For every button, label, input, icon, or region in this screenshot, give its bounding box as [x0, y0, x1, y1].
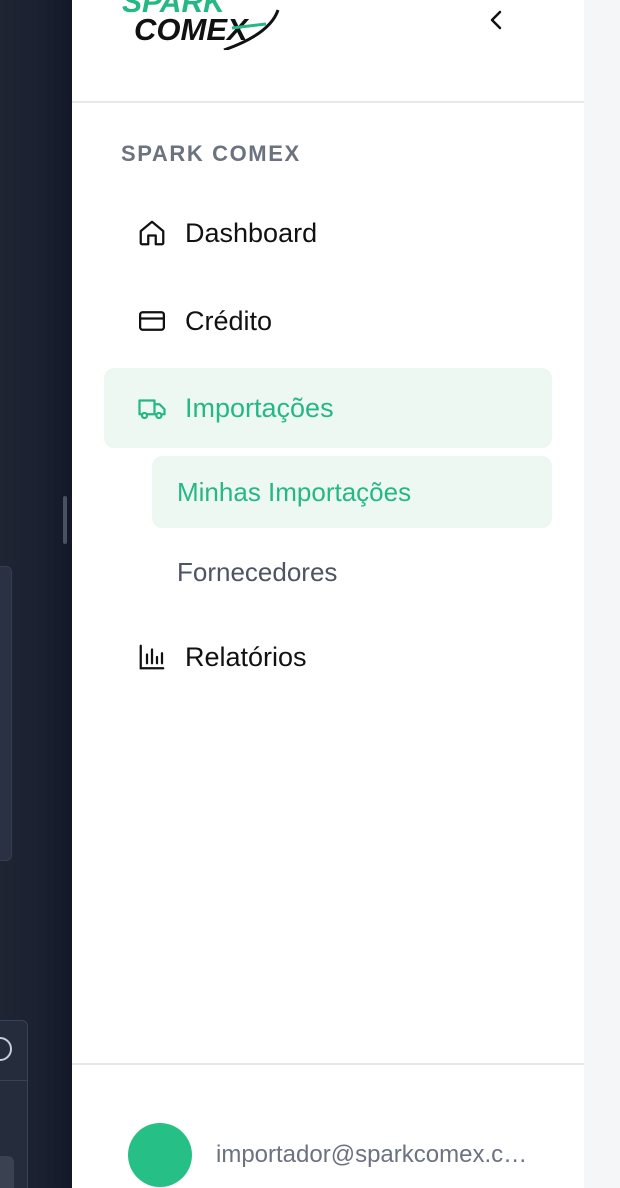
spark-comex-logo[interactable]: SPARK COMEX — [120, 0, 300, 50]
sidebar-subitem-label: Fornecedores — [177, 556, 338, 587]
truck-icon — [136, 392, 168, 424]
credit-card-icon — [136, 305, 168, 337]
logo-bottom-text: COMEX — [134, 12, 250, 47]
sidebar-item-label: Dashboard — [185, 217, 318, 248]
sidebar: SPARK COMEX SPARK COMEX Dashboard Crédit… — [72, 0, 584, 1188]
user-email[interactable]: importador@sparkcomex.com.br — [216, 1141, 536, 1169]
background-app — [0, 0, 72, 1188]
background-divider — [0, 1080, 28, 1081]
chevron-left-icon — [490, 10, 502, 30]
collapse-sidebar-button[interactable] — [478, 2, 514, 38]
sidebar-subitem-minhas-importacoes[interactable]: Minhas Importações — [152, 456, 552, 528]
background-chip — [0, 1156, 14, 1188]
sidebar-item-credito[interactable]: Crédito — [104, 281, 552, 361]
sidebar-item-label: Importações — [185, 392, 334, 423]
sidebar-item-dashboard[interactable]: Dashboard — [104, 193, 552, 273]
main-content-edge — [584, 0, 620, 1188]
sidebar-item-importacoes[interactable]: Importações — [104, 368, 552, 448]
sidebar-section-label: SPARK COMEX — [121, 141, 301, 166]
background-panel — [0, 566, 12, 861]
resize-handle[interactable] — [63, 496, 67, 544]
avatar[interactable] — [128, 1123, 192, 1187]
sidebar-item-relatorios[interactable]: Relatórios — [104, 617, 552, 697]
sidebar-item-label: Relatórios — [185, 641, 307, 672]
sidebar-subitem-fornecedores[interactable]: Fornecedores — [152, 536, 552, 608]
sidebar-header: SPARK COMEX — [72, 0, 584, 103]
sidebar-footer: importador@sparkcomex.com.br — [72, 1063, 584, 1188]
bar-chart-icon — [136, 641, 168, 673]
home-icon — [136, 217, 168, 249]
sidebar-item-label: Crédito — [185, 305, 273, 336]
sidebar-subitem-label: Minhas Importações — [177, 476, 412, 507]
